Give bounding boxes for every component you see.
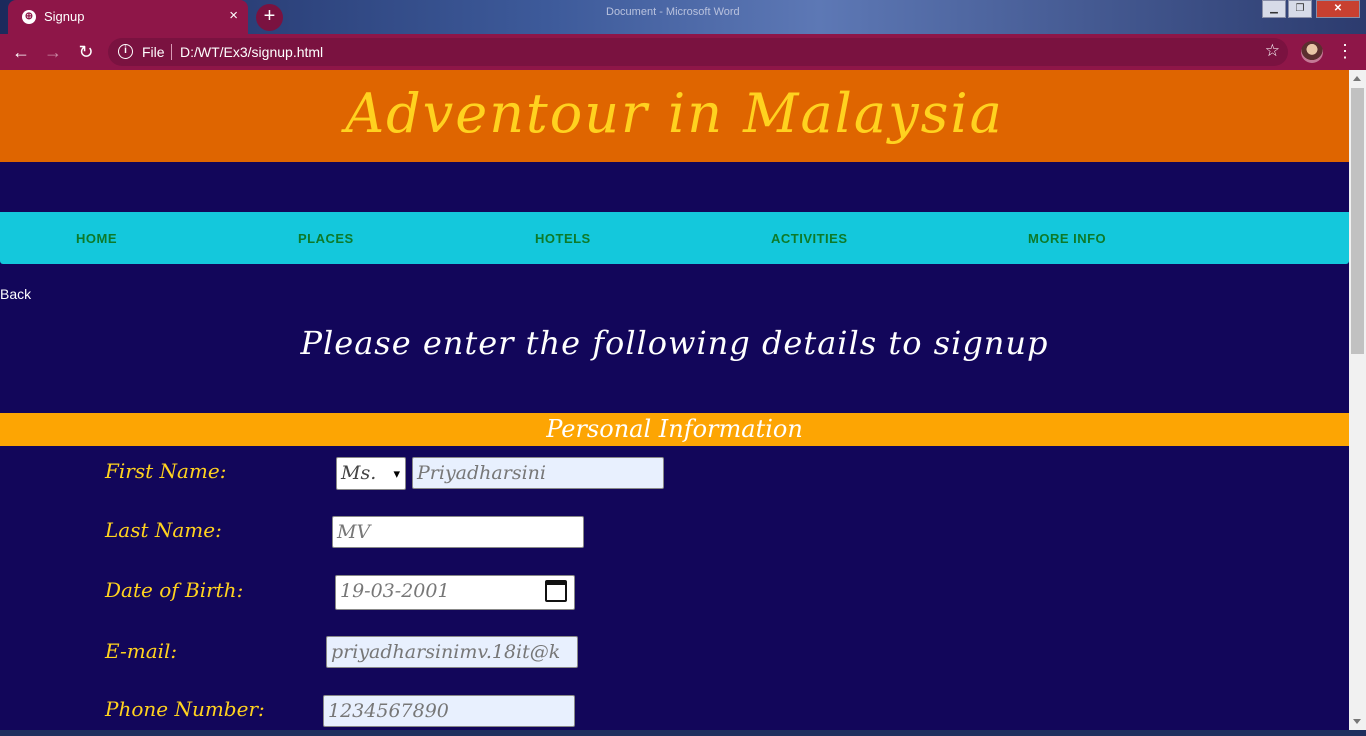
nav-activities[interactable]: ACTIVITIES: [771, 231, 848, 246]
reload-icon[interactable]: ↻: [75, 41, 97, 63]
maximize-button[interactable]: ❐: [1288, 0, 1312, 18]
scroll-thumb[interactable]: [1351, 88, 1364, 354]
close-tab-icon[interactable]: ×: [229, 7, 238, 24]
browser-tab[interactable]: ⊕ Signup ×: [8, 0, 248, 34]
chevron-down-icon: ▾: [393, 467, 400, 482]
site-title: Adventour in Malaysia: [345, 82, 1004, 145]
first-name-input[interactable]: Priyadharsini: [412, 457, 664, 489]
first-name-label: First Name:: [105, 459, 227, 483]
menu-kebab-icon[interactable]: ⋮: [1336, 41, 1354, 61]
last-name-input[interactable]: MV: [332, 516, 584, 548]
back-link[interactable]: Back: [0, 286, 31, 302]
dob-input[interactable]: 19-03-2001: [335, 575, 575, 610]
scroll-down-arrow-icon[interactable]: [1353, 719, 1361, 724]
scroll-up-arrow-icon[interactable]: [1353, 76, 1361, 81]
address-scheme: File: [142, 44, 165, 60]
email-label: E-mail:: [105, 639, 178, 663]
section-header: Personal Information: [0, 413, 1349, 446]
calendar-icon[interactable]: [545, 580, 567, 602]
new-tab-button[interactable]: +: [256, 4, 283, 31]
phone-label: Phone Number:: [105, 697, 265, 721]
site-banner: Adventour in Malaysia: [0, 70, 1349, 162]
os-taskbar: [0, 730, 1366, 736]
nav-places[interactable]: PLACES: [298, 231, 354, 246]
phone-input[interactable]: 1234567890: [323, 695, 575, 727]
address-divider: [171, 44, 172, 60]
nav-hotels[interactable]: HOTELS: [535, 231, 591, 246]
window-close-button[interactable]: ✕: [1316, 0, 1360, 18]
profile-avatar[interactable]: [1301, 41, 1323, 63]
forward-arrow-icon[interactable]: →: [42, 41, 64, 63]
dob-label: Date of Birth:: [105, 578, 244, 602]
nav-home[interactable]: HOME: [76, 231, 117, 246]
title-select[interactable]: Ms. ▾: [336, 457, 406, 490]
page-scrollbar[interactable]: [1349, 70, 1366, 730]
page-viewport: Adventour in Malaysia HOME PLACES HOTELS…: [0, 70, 1349, 730]
info-icon[interactable]: i: [118, 44, 133, 59]
browser-tab-strip: ⊕ Signup × + Document - Microsoft Word ▁…: [0, 0, 1366, 34]
globe-icon: ⊕: [22, 10, 36, 24]
last-name-label: Last Name:: [105, 518, 222, 542]
window-title: Document - Microsoft Word: [606, 6, 740, 18]
tab-title: Signup: [44, 9, 85, 24]
url-text[interactable]: D:/WT/Ex3/signup.html: [180, 44, 323, 60]
nav-more-info[interactable]: MORE INFO: [1028, 231, 1106, 246]
dob-value: 19-03-2001: [340, 580, 450, 602]
minimize-button[interactable]: ▁: [1262, 0, 1286, 18]
title-select-value: Ms.: [341, 462, 377, 484]
bookmark-star-icon[interactable]: ☆: [1265, 41, 1280, 61]
address-bar[interactable]: i File D:/WT/Ex3/signup.html ☆: [108, 38, 1288, 66]
browser-toolbar: ← → ↻ i File D:/WT/Ex3/signup.html ☆ ⋮: [0, 34, 1366, 70]
page-heading: Please enter the following details to si…: [300, 324, 1049, 362]
email-input[interactable]: priyadharsinimv.18it@k: [326, 636, 578, 668]
main-nav: HOME PLACES HOTELS ACTIVITIES MORE INFO: [0, 212, 1349, 264]
back-arrow-icon[interactable]: ←: [10, 41, 32, 63]
